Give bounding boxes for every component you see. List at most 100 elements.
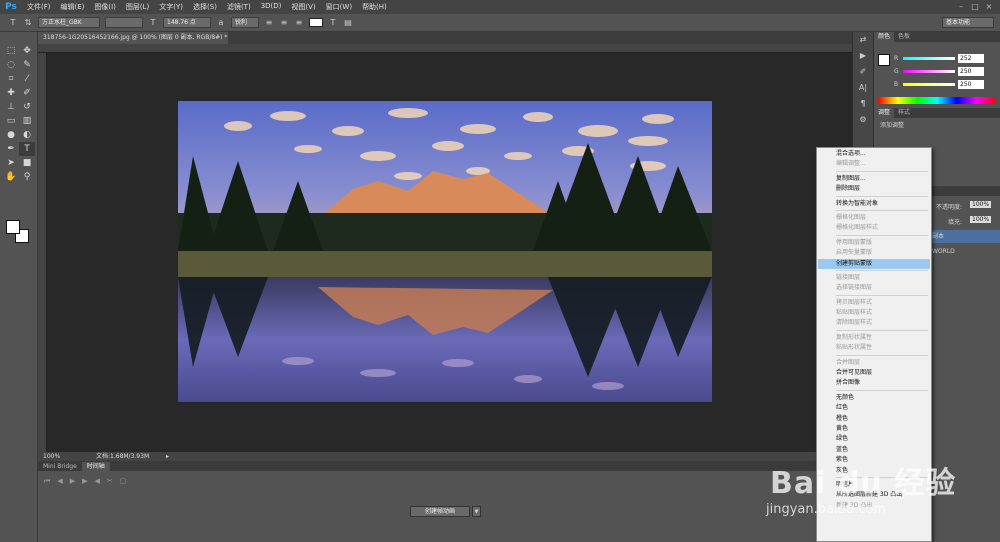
context-menu-item[interactable]: 转换为智能对象	[818, 199, 930, 209]
first-frame-icon[interactable]: ⏮	[44, 477, 50, 486]
history-panel-icon[interactable]: ⇄	[853, 32, 873, 48]
antialias-select[interactable]: 锐利	[231, 17, 259, 28]
workspace-select[interactable]: 基本功能	[942, 17, 994, 28]
tab-timeline[interactable]: 时间轴	[81, 462, 110, 471]
blue-value[interactable]: 250	[958, 80, 984, 89]
prev-frame-icon[interactable]: ◀	[57, 477, 62, 486]
fill-field[interactable]: 100%	[970, 216, 992, 223]
font-family-select[interactable]: 方正水柱_GBK	[38, 17, 100, 28]
context-menu-item[interactable]: 绿色	[818, 434, 930, 444]
green-slider[interactable]	[903, 70, 955, 73]
crop-tool-icon[interactable]: ⌗	[3, 72, 19, 86]
next-frame-icon[interactable]: ▶	[82, 477, 87, 486]
menu-item[interactable]: 图层(L)	[121, 2, 154, 12]
hand-tool-icon[interactable]: ✋	[3, 170, 19, 184]
red-value[interactable]: 252	[958, 54, 984, 63]
blur-tool-icon[interactable]: ●	[3, 128, 19, 142]
minimize-icon[interactable]: –	[956, 2, 966, 11]
close-icon[interactable]: ×	[984, 2, 994, 11]
tab-mini-bridge[interactable]: Mini Bridge	[38, 462, 82, 471]
tab-color[interactable]: 颜色	[874, 32, 895, 42]
menu-item[interactable]: 文字(Y)	[154, 2, 188, 12]
color-spectrum[interactable]	[878, 97, 996, 104]
context-menu-item[interactable]: 无颜色	[818, 393, 930, 403]
menu-item[interactable]: 帮助(H)	[357, 2, 392, 12]
font-size-select[interactable]: 148.76 点	[163, 17, 211, 28]
context-menu-item[interactable]: 蓝色	[818, 445, 930, 455]
document-tab[interactable]: 318756-1G20516452166.jpg @ 100% (图层 0 副本…	[38, 32, 228, 53]
canvas-image[interactable]	[178, 101, 712, 402]
pen-tool-icon[interactable]: ✒	[3, 142, 19, 156]
menu-item[interactable]: 选择(S)	[188, 2, 222, 12]
actions-panel-icon[interactable]: ▶	[853, 48, 873, 64]
context-menu-item[interactable]: 黄色	[818, 424, 930, 434]
quick-select-tool-icon[interactable]: ✎	[19, 58, 35, 72]
zoom-level[interactable]: 100%	[43, 452, 60, 461]
color-swatches[interactable]	[6, 220, 32, 244]
tool-presets-icon[interactable]: ⚙	[853, 112, 873, 128]
menu-item[interactable]: 3D(D)	[256, 2, 287, 12]
context-menu-item[interactable]: 红色	[818, 403, 930, 413]
opacity-field[interactable]: 100%	[970, 201, 992, 208]
context-menu-item[interactable]: 创建剪贴蒙版	[818, 258, 930, 269]
menu-item[interactable]: 图像(I)	[89, 2, 121, 12]
audio-icon[interactable]: ◀	[94, 477, 99, 486]
warp-text-icon[interactable]: T	[328, 18, 338, 28]
transition-icon[interactable]: ▢	[120, 477, 127, 486]
create-animation-dropdown-icon[interactable]: ▼	[472, 506, 481, 517]
character-panel-icon[interactable]: A|	[853, 80, 873, 96]
red-slider[interactable]	[903, 57, 955, 60]
foreground-color-swatch[interactable]	[6, 220, 20, 234]
orientation-icon[interactable]: ⇅	[23, 18, 33, 28]
gradient-tool-icon[interactable]: ▥	[19, 114, 35, 128]
menu-item[interactable]: 滤镜(T)	[222, 2, 256, 12]
history-brush-tool-icon[interactable]: ↺	[19, 100, 35, 114]
dodge-tool-icon[interactable]: ◐	[19, 128, 35, 142]
context-menu-item[interactable]: 橙色	[818, 414, 930, 424]
context-menu-item[interactable]: 紫色	[818, 455, 930, 465]
play-icon[interactable]: ▶	[70, 477, 75, 486]
menu-item[interactable]: 文件(F)	[22, 2, 56, 12]
zoom-tool-icon[interactable]: ⚲	[19, 170, 35, 184]
path-select-tool-icon[interactable]: ➤	[3, 156, 19, 170]
context-menu-item[interactable]: 混合选项...	[818, 149, 930, 159]
context-menu-item[interactable]: 拼合图像	[818, 378, 930, 388]
text-tool-icon[interactable]: T	[8, 18, 18, 28]
healing-tool-icon[interactable]: ✚	[3, 86, 19, 100]
align-right-icon[interactable]: ≡	[294, 18, 304, 28]
stamp-tool-icon[interactable]: ⊥	[3, 100, 19, 114]
blue-slider[interactable]	[903, 83, 955, 86]
shape-tool-icon[interactable]: ■	[19, 156, 35, 170]
text-color-swatch[interactable]	[309, 18, 323, 27]
font-style-select[interactable]	[105, 17, 143, 28]
split-icon[interactable]: ✂	[107, 477, 113, 486]
marquee-tool-icon[interactable]: ⬚	[3, 44, 19, 58]
context-menu-item[interactable]: 合并可见图层	[818, 368, 930, 378]
brush-panel-icon[interactable]: ✐	[853, 64, 873, 80]
context-menu-item[interactable]: 复制图层...	[818, 174, 930, 184]
align-center-icon[interactable]: ≡	[279, 18, 289, 28]
lasso-tool-icon[interactable]: ◌	[3, 58, 19, 72]
eyedropper-tool-icon[interactable]: ⁄	[19, 72, 35, 86]
context-menu-item[interactable]: 删除图层	[818, 184, 930, 194]
paragraph-panel-icon[interactable]: ¶	[853, 96, 873, 112]
tab-styles[interactable]: 样式	[894, 108, 914, 118]
brush-tool-icon[interactable]: ✐	[19, 86, 35, 100]
menu-item[interactable]: 编辑(E)	[56, 2, 90, 12]
panel-fg-swatch[interactable]	[878, 54, 890, 66]
context-menu-item[interactable]: 明信片	[818, 480, 930, 490]
maximize-icon[interactable]: □	[970, 2, 980, 11]
move-tool-icon[interactable]: ✥	[19, 44, 35, 58]
green-value[interactable]: 250	[958, 67, 984, 76]
eraser-tool-icon[interactable]: ▭	[3, 114, 19, 128]
tab-adjustments[interactable]: 调整	[874, 108, 895, 118]
status-menu-arrow-icon[interactable]: ▸	[166, 452, 169, 461]
menu-item[interactable]: 窗口(W)	[321, 2, 357, 12]
type-tool-icon[interactable]: T	[19, 142, 35, 156]
character-panel-icon[interactable]: ▤	[343, 18, 353, 28]
create-frame-animation-button[interactable]: 创建帧动画	[410, 506, 470, 517]
context-menu-item[interactable]: 从所选图层新建 3D 凸出	[818, 490, 930, 500]
align-left-icon[interactable]: ≡	[264, 18, 274, 28]
menu-item[interactable]: 视图(V)	[286, 2, 320, 12]
context-menu-item[interactable]: 灰色	[818, 466, 930, 476]
